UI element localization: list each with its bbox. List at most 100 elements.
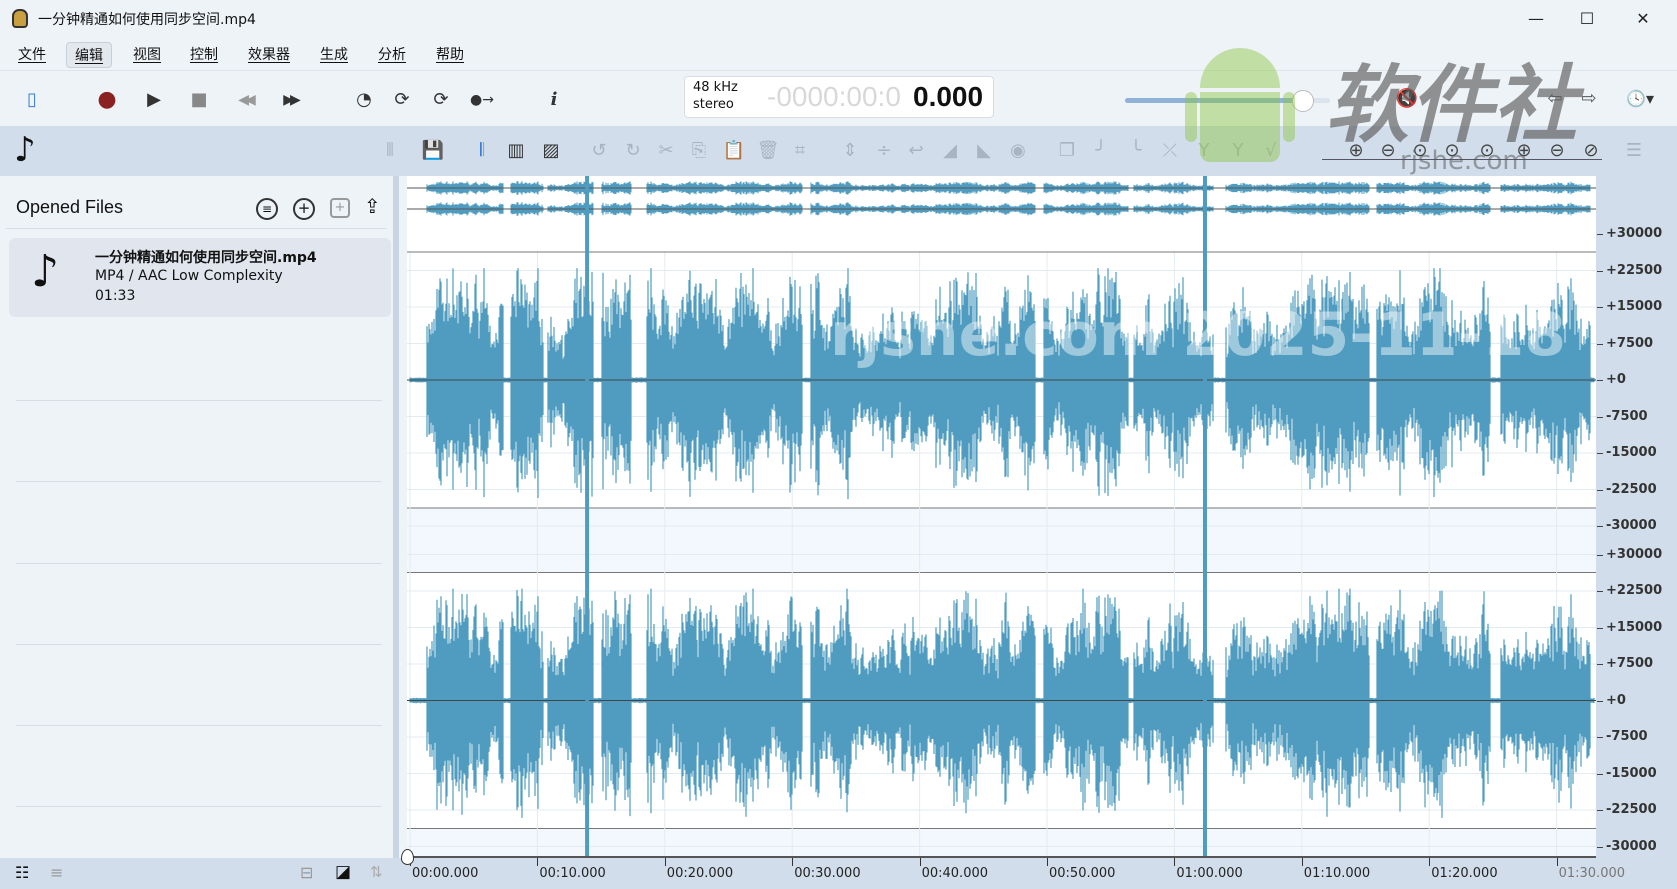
edit-tool-icon[interactable]: ⦀ xyxy=(376,137,404,165)
minimize-button[interactable]: — xyxy=(1513,0,1559,37)
stop-icon[interactable]: ■ xyxy=(184,85,214,115)
maximize-button[interactable]: ☐ xyxy=(1564,0,1610,37)
close-button[interactable]: ✕ xyxy=(1620,0,1666,37)
filter-icon[interactable]: ≡ xyxy=(256,198,278,220)
follow-playhead-icon[interactable]: ●→ xyxy=(467,85,497,115)
time-label: 01:10.000 xyxy=(1303,866,1371,881)
edit-tool-icon[interactable]: ↩ xyxy=(902,137,930,165)
menu-generate[interactable]: 生成 xyxy=(312,42,356,68)
mute-icon[interactable]: 🔇 xyxy=(1392,84,1422,114)
edit-tool-icon[interactable]: ╰ xyxy=(1122,137,1150,165)
edit-tool-icon[interactable]: ⊖ xyxy=(1374,137,1402,165)
volume-slider[interactable] xyxy=(1125,90,1330,112)
edit-tool-icon[interactable]: ☰ xyxy=(1620,137,1648,165)
list-view-icon[interactable]: ☷ xyxy=(15,863,29,882)
file-card[interactable]: ♪ 一分钟精通如何使用同步空间.mp4 MP4 / AAC Low Comple… xyxy=(9,238,391,317)
edit-tool-icon[interactable]: ◉ xyxy=(1004,137,1032,165)
sidebar-toggle-icon[interactable]: ▯ xyxy=(17,85,47,115)
speed-icon[interactable]: ◔ xyxy=(349,85,379,115)
edit-tool-icon[interactable]: ⊙ xyxy=(1438,137,1466,165)
fast-forward-icon[interactable]: ▶▶ xyxy=(275,85,305,115)
time-tick xyxy=(919,858,921,866)
amplitude-tick xyxy=(1597,416,1603,418)
edit-tool-icon[interactable]: ◢ xyxy=(936,137,964,165)
edit-tool-icon[interactable]: ⇕ xyxy=(836,137,864,165)
playhead-handle[interactable] xyxy=(401,849,414,865)
list-separator xyxy=(16,725,382,726)
sort-icon[interactable]: ⇅ xyxy=(370,863,383,881)
amplitude-label: -30000 xyxy=(1606,838,1657,854)
edit-tool-icon[interactable]: ↺ xyxy=(585,137,613,165)
compact-view-icon[interactable]: ≡ xyxy=(50,863,63,882)
menu-control[interactable]: 控制 xyxy=(182,42,226,68)
duplicate-icon[interactable]: + xyxy=(330,198,350,218)
list-separator xyxy=(16,481,382,482)
edit-tool-icon[interactable]: ╯ xyxy=(1087,137,1115,165)
play-icon[interactable]: ▶ xyxy=(139,85,169,115)
edit-tool-icon[interactable]: ▨ xyxy=(537,137,565,165)
amplitude-label: -7500 xyxy=(1606,729,1648,744)
image-icon[interactable]: ◪ xyxy=(335,862,351,882)
link-icon[interactable]: ⊟ xyxy=(300,863,313,882)
time-tick xyxy=(792,858,794,866)
time-label: 01:00.000 xyxy=(1176,866,1243,881)
title-bar: 一分钟精通如何使用同步空间.mp4 — ☐ ✕ xyxy=(0,0,1677,37)
menu-edit[interactable]: 编辑 xyxy=(66,42,112,68)
menu-view[interactable]: 视图 xyxy=(125,42,169,68)
edit-tool-icon[interactable]: ⊖ xyxy=(1543,137,1571,165)
amplitude-label: +15000 xyxy=(1606,619,1663,635)
history-icon[interactable]: 🕓▾ xyxy=(1618,84,1662,114)
time-tick xyxy=(1047,858,1048,866)
app-icon xyxy=(12,9,28,28)
amplitude-tick xyxy=(1597,380,1603,381)
edit-tool-icon[interactable]: ÷ xyxy=(870,137,898,165)
menu-analyze[interactable]: 分析 xyxy=(370,42,414,68)
waveform-canvas[interactable] xyxy=(407,176,1596,858)
edit-tool-icon[interactable]: Y xyxy=(1190,137,1218,165)
amplitude-tick xyxy=(1597,270,1603,272)
edit-tool-icon[interactable]: 🗑 xyxy=(754,137,782,165)
edit-tool-icon[interactable]: ⊙ xyxy=(1473,137,1501,165)
volume-knob[interactable] xyxy=(1292,90,1315,112)
add-icon[interactable]: + xyxy=(293,198,315,220)
time-label: 01:30.000 xyxy=(1558,866,1626,881)
edit-tool-icon[interactable]: ⊕ xyxy=(1510,137,1538,165)
rewind-icon[interactable]: ◀◀ xyxy=(230,85,260,115)
amplitude-label: -30000 xyxy=(1606,518,1657,533)
music-note-icon[interactable]: ♪ xyxy=(14,130,36,170)
edit-tool-icon[interactable]: 📋 xyxy=(720,137,748,165)
menu-bar: 文件 编辑 视图 控制 效果器 生成 分析 帮助 xyxy=(0,38,1677,70)
forward-icon[interactable]: ⇨ xyxy=(1574,84,1604,114)
loop-icon[interactable]: ⟳ xyxy=(387,85,417,115)
edit-tool-icon[interactable]: 𝄃 xyxy=(468,137,496,165)
edit-tool-icon[interactable]: 💾 xyxy=(419,137,447,165)
time-tick xyxy=(1429,858,1431,866)
edit-tool-icon[interactable]: ❐ xyxy=(1053,137,1081,165)
info-icon[interactable]: i xyxy=(539,85,569,115)
zoom-slider[interactable] xyxy=(1322,159,1602,160)
edit-tool-icon[interactable]: ✂ xyxy=(652,137,680,165)
edit-tool-icon[interactable]: ⤫ xyxy=(1156,137,1184,165)
loop-add-icon[interactable]: ⟳ xyxy=(426,85,456,115)
amplitude-tick xyxy=(1597,489,1603,491)
divider xyxy=(6,228,386,229)
export-icon[interactable]: ⇪ xyxy=(364,194,381,218)
back-icon[interactable]: ⇦ xyxy=(1540,84,1570,114)
edit-tool-icon[interactable]: ▥ xyxy=(502,137,530,165)
edit-tool-icon[interactable]: ⌗ xyxy=(786,137,814,165)
edit-tool-icon[interactable]: Y xyxy=(1224,137,1252,165)
menu-help[interactable]: 帮助 xyxy=(428,42,472,68)
menu-file[interactable]: 文件 xyxy=(10,42,54,68)
edit-tool-icon[interactable]: ⊘ xyxy=(1577,137,1605,165)
edit-tool-icon[interactable]: ◣ xyxy=(970,137,998,165)
amplitude-label: +22500 xyxy=(1606,583,1663,598)
amplitude-label: -22500 xyxy=(1606,481,1657,497)
edit-tool-icon[interactable]: ↻ xyxy=(619,137,647,165)
edit-tool-icon[interactable]: ⎘ xyxy=(685,137,713,165)
edit-tool-icon[interactable]: ⊙ xyxy=(1406,137,1434,165)
edit-tool-icon[interactable]: √ xyxy=(1257,137,1285,165)
record-icon[interactable]: ● xyxy=(92,85,122,115)
menu-effects[interactable]: 效果器 xyxy=(240,42,298,68)
waveform-view[interactable] xyxy=(407,176,1596,858)
edit-tool-icon[interactable]: ⊕ xyxy=(1342,137,1370,165)
